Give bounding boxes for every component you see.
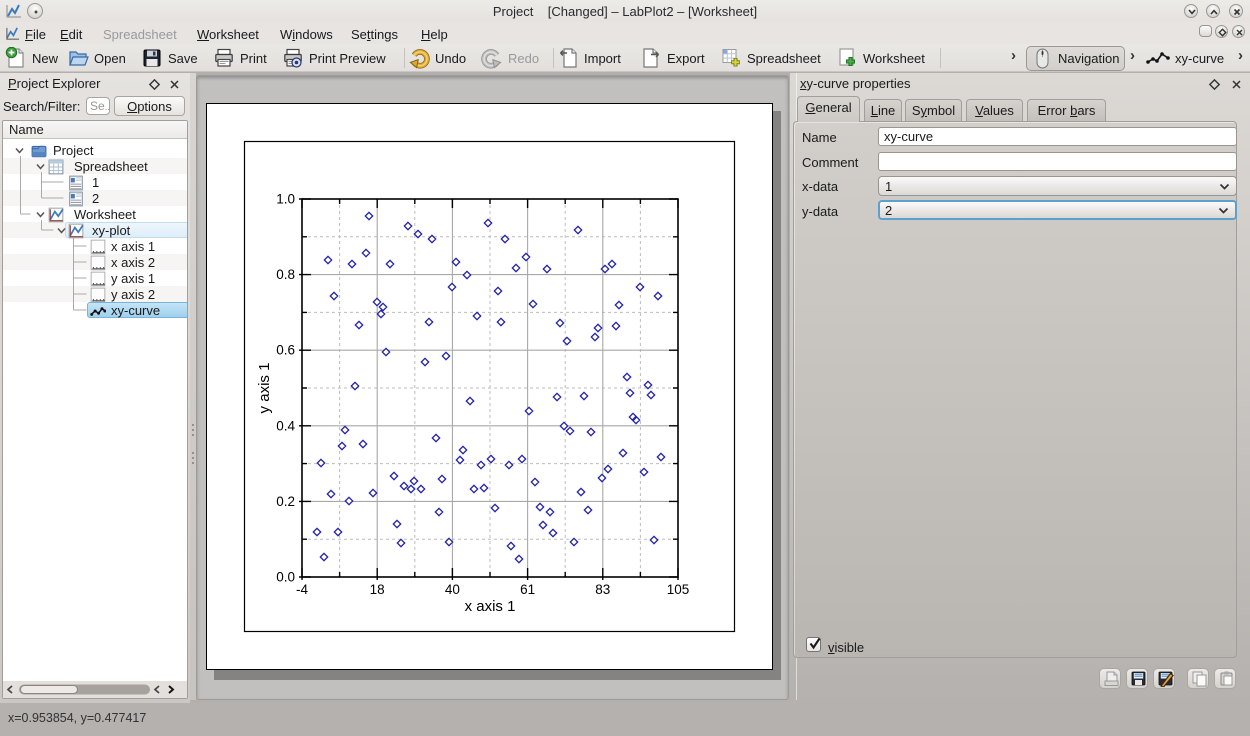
svg-text:y axis 1: y axis 1 <box>256 363 273 414</box>
svg-text:18: 18 <box>370 582 385 597</box>
svg-text:61: 61 <box>520 582 535 597</box>
svg-text:x axis 1: x axis 1 <box>465 598 516 615</box>
svg-text:83: 83 <box>595 582 610 597</box>
svg-text:0.4: 0.4 <box>276 418 295 433</box>
svg-text:105: 105 <box>667 582 690 597</box>
svg-text:0.8: 0.8 <box>276 267 295 282</box>
svg-text:40: 40 <box>445 582 460 597</box>
svg-text:-4: -4 <box>296 582 308 597</box>
svg-text:0.6: 0.6 <box>276 343 295 358</box>
svg-text:0.0: 0.0 <box>276 570 295 585</box>
svg-text:0.2: 0.2 <box>276 494 295 509</box>
svg-text:1.0: 1.0 <box>276 192 295 207</box>
